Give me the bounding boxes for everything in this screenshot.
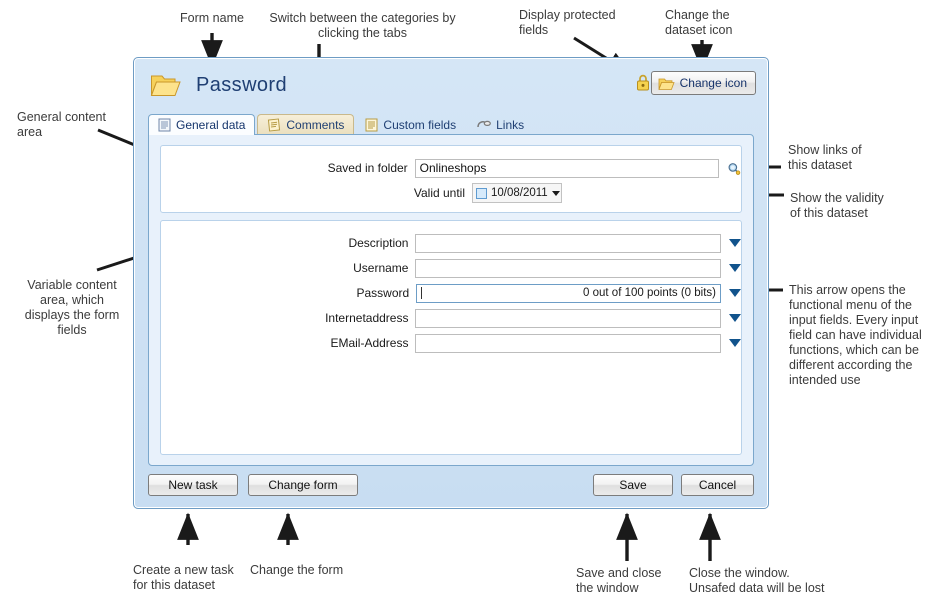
- field-menu-arrow-icon[interactable]: [729, 239, 741, 247]
- field-menu-arrow-icon[interactable]: [729, 289, 741, 297]
- notes-icon: [268, 118, 281, 132]
- tab-custom-fields[interactable]: Custom fields: [356, 114, 465, 135]
- annotation-show-links: Show links of this dataset: [788, 143, 862, 172]
- field-row-password: Password 0 out of 100 points (0 bits): [161, 282, 741, 304]
- search-links-icon[interactable]: [727, 160, 741, 177]
- valid-until-checkbox[interactable]: [476, 187, 487, 199]
- password-label: Password: [356, 286, 410, 300]
- saved-in-folder-input[interactable]: [414, 158, 720, 178]
- annotation-switch-categories: Switch between the categories by clickin…: [269, 11, 456, 40]
- internetaddress-input[interactable]: [415, 308, 721, 328]
- save-button[interactable]: Save: [593, 474, 673, 496]
- valid-until-value: 10/08/2011: [491, 187, 548, 199]
- cancel-button[interactable]: Cancel: [681, 474, 754, 496]
- tab-label: General data: [176, 118, 246, 132]
- folder-icon: [658, 78, 675, 90]
- tab-comments[interactable]: Comments: [257, 114, 355, 135]
- tabstrip: General data Comments Custom fields Link…: [148, 113, 754, 135]
- username-input[interactable]: [415, 258, 721, 278]
- field-menu-arrow-icon[interactable]: [729, 264, 741, 272]
- document-icon: [365, 118, 378, 131]
- email-address-label: EMail-Address: [330, 336, 409, 350]
- lock-icon[interactable]: [636, 74, 650, 91]
- annotation-show-validity: Show the validity of this dataset: [790, 191, 884, 220]
- tab-label: Comments: [286, 118, 345, 132]
- field-menu-arrow-icon[interactable]: [729, 339, 741, 347]
- tab-panel-general-data: Saved in folder Valid until 10/08/2011: [148, 134, 754, 466]
- annotation-create-new-task: Create a new task for this dataset: [133, 563, 234, 592]
- annotation-close-window: Close the window. Unsafed data will be l…: [689, 566, 825, 595]
- field-row-internetaddress: Internetaddress: [161, 307, 741, 329]
- email-address-input[interactable]: [415, 333, 721, 353]
- password-dataset-dialog: Password Change icon General data Commen…: [133, 57, 769, 509]
- internetaddress-label: Internetaddress: [325, 311, 409, 325]
- tab-label: Custom fields: [383, 117, 457, 132]
- document-icon: [158, 118, 171, 132]
- dialog-header: Password Change icon: [134, 58, 768, 110]
- description-label: Description: [348, 236, 409, 250]
- field-row-valid-until: Valid until 10/08/2011: [161, 182, 741, 204]
- username-label: Username: [353, 261, 409, 275]
- text-caret: [421, 287, 423, 299]
- tab-general-data[interactable]: General data: [148, 114, 256, 135]
- valid-until-datepicker[interactable]: 10/08/2011: [472, 183, 562, 203]
- chevron-down-icon[interactable]: [551, 190, 560, 196]
- link-icon: [477, 120, 492, 128]
- password-input[interactable]: 0 out of 100 points (0 bits): [416, 283, 721, 303]
- general-content-area: Saved in folder Valid until 10/08/2011: [160, 145, 742, 213]
- variable-content-area: Description Username Password 0 out of 1…: [160, 220, 742, 455]
- saved-in-folder-label: Saved in folder: [327, 161, 408, 175]
- annotation-save-and-close: Save and close the window: [576, 566, 662, 595]
- annotation-change-the-form: Change the form: [250, 563, 344, 577]
- annotation-change-dataset-icon: Change the dataset icon: [665, 8, 733, 37]
- new-task-button[interactable]: New task: [148, 474, 238, 496]
- field-row-saved-in-folder: Saved in folder: [161, 157, 741, 179]
- description-input[interactable]: [415, 233, 721, 253]
- page-title: Password: [196, 74, 288, 96]
- annotation-variable-content-area: Variable content area, which displays th…: [24, 278, 120, 337]
- folder-icon: [150, 75, 181, 96]
- tab-links[interactable]: Links: [467, 114, 533, 135]
- field-row-description: Description: [161, 232, 741, 254]
- annotation-arrow-menu: This arrow opens the functional menu of …: [789, 283, 922, 387]
- field-row-username: Username: [161, 257, 741, 279]
- field-menu-arrow-icon[interactable]: [729, 314, 741, 322]
- change-form-button[interactable]: Change form: [248, 474, 358, 496]
- change-icon-label: Change icon: [679, 76, 747, 90]
- annotation-general-content-area: General content area: [17, 110, 106, 139]
- tab-label: Links: [496, 117, 525, 132]
- password-strength-meter: 0 out of 100 points (0 bits): [583, 287, 716, 299]
- field-row-email-address: EMail-Address: [161, 332, 741, 354]
- valid-until-label: Valid until: [413, 186, 465, 200]
- change-icon-button[interactable]: Change icon: [650, 71, 756, 95]
- annotation-display-protected-fields: Display protected fields: [519, 8, 616, 37]
- dialog-footer: New task Change form Save Cancel: [148, 474, 754, 498]
